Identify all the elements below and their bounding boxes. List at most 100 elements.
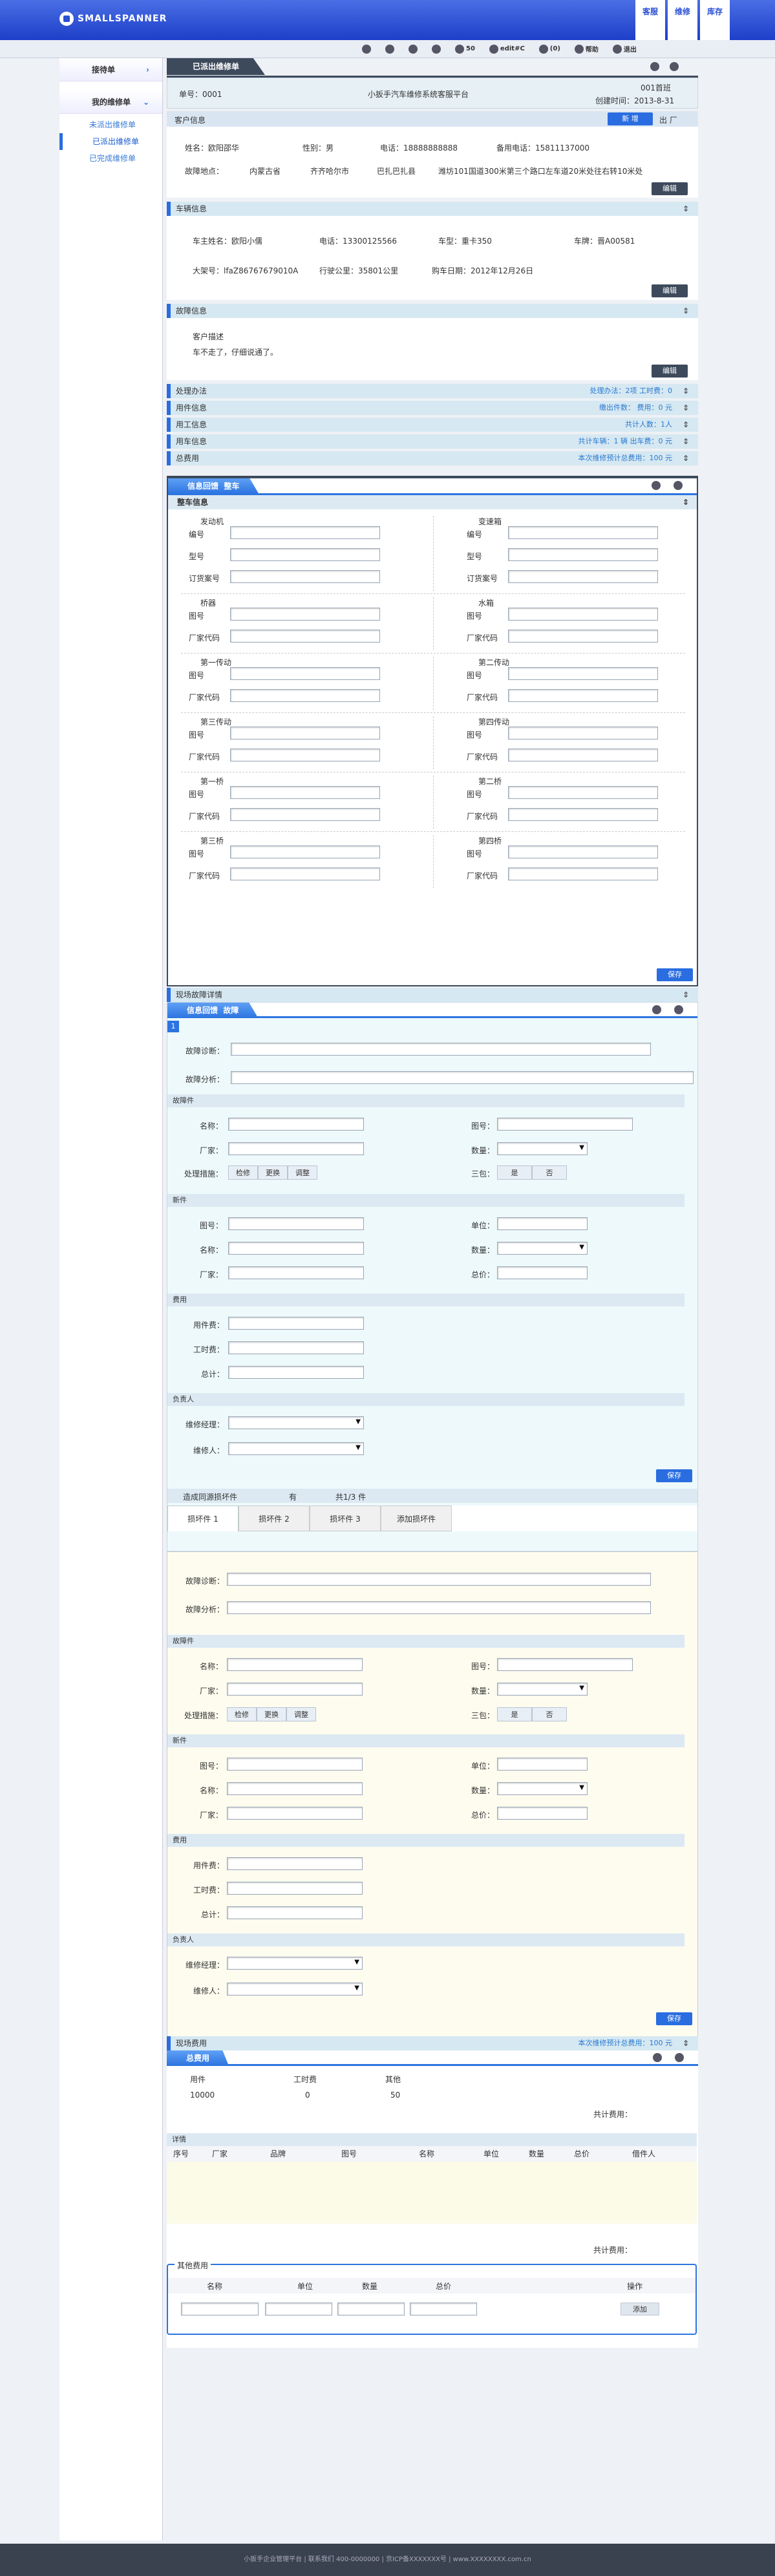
other-qty-input[interactable] <box>337 2303 405 2315</box>
tab-damaged-2[interactable]: 损坏件 2 <box>239 1506 310 1531</box>
bar-methods[interactable]: 处理办法 处理办法：2项 工时费：0 ⇕ <box>167 384 698 398</box>
print-icon[interactable] <box>385 44 394 54</box>
search-icon[interactable] <box>675 2053 684 2062</box>
logout-link[interactable]: 退出 <box>612 44 637 54</box>
dmg-new-fig-input[interactable] <box>227 1758 363 1771</box>
help-link[interactable]: 帮助 <box>574 44 599 54</box>
tab-damaged-1[interactable]: 损坏件 1 <box>167 1506 239 1531</box>
other-total-input[interactable] <box>410 2303 477 2315</box>
scene-bar[interactable]: 现场故障详情 ⇕ <box>167 988 698 1002</box>
part-field-input[interactable] <box>508 727 658 740</box>
dmg-method-adjust[interactable]: 调整 <box>286 1707 316 1721</box>
edit-fault-button[interactable]: 编辑 <box>652 365 688 378</box>
part-field-input[interactable] <box>230 526 380 539</box>
tab-scene-feedback[interactable]: 信息回馈 故障 <box>167 1003 259 1018</box>
toggle-icon[interactable]: ⇕ <box>683 384 689 398</box>
part-field-input[interactable] <box>508 630 658 643</box>
bar-total[interactable]: 总费用 本次维修预计总费用：100 元 ⇕ <box>167 451 698 465</box>
maker-input[interactable] <box>228 1142 364 1155</box>
analysis-input[interactable] <box>231 1071 694 1084</box>
method-adjust[interactable]: 调整 <box>288 1166 317 1180</box>
search-icon[interactable] <box>674 1005 683 1014</box>
new-name-input[interactable] <box>228 1242 364 1255</box>
save-vehicle-button[interactable]: 保存 <box>657 968 693 981</box>
bar-labor[interactable]: 用工信息 共计人数：1人 ⇕ <box>167 418 698 432</box>
part-field-input[interactable] <box>230 630 380 643</box>
part-field-input[interactable] <box>230 570 380 583</box>
part-field-input[interactable] <box>230 749 380 761</box>
part-field-input[interactable] <box>508 608 658 621</box>
exit-factory-button[interactable]: 出 厂 <box>659 114 677 125</box>
new-button[interactable]: 新 增 <box>608 112 653 125</box>
damaged-analysis-input[interactable] <box>227 1601 651 1614</box>
part-field-input[interactable] <box>508 786 658 799</box>
part-field-input[interactable] <box>508 846 658 858</box>
new-qty-select[interactable] <box>497 1242 588 1255</box>
toggle-icon[interactable]: ⇕ <box>683 304 689 318</box>
dmg-manager-select[interactable] <box>227 1957 363 1970</box>
dmg-maker-input[interactable] <box>227 1683 363 1696</box>
part-field-input[interactable] <box>230 608 380 621</box>
dmg-warranty-no[interactable]: 否 <box>532 1707 567 1721</box>
dmg-labor-fee-input[interactable] <box>227 1882 363 1895</box>
new-maker-input[interactable] <box>228 1266 364 1279</box>
damaged-diag-input[interactable] <box>227 1573 651 1586</box>
delete-icon[interactable] <box>432 44 441 54</box>
sidebar-item-completed[interactable]: 已完成维修单 <box>89 150 162 167</box>
zoom-control[interactable]: 50 <box>455 44 475 54</box>
upload-icon[interactable] <box>362 44 371 54</box>
messages[interactable]: (0) <box>538 44 560 54</box>
toggle-icon[interactable]: ⇕ <box>683 495 689 509</box>
worker-select[interactable] <box>228 1442 364 1455</box>
manager-select[interactable] <box>228 1416 364 1429</box>
vehicle-section-bar[interactable]: 车辆信息 ⇕ <box>167 202 698 216</box>
linked-has[interactable]: 有 <box>289 1491 297 1502</box>
part-field-input[interactable] <box>230 786 380 799</box>
save-scene-button[interactable]: 保存 <box>656 1469 692 1482</box>
search-icon[interactable] <box>670 62 679 71</box>
save-damaged-button[interactable]: 保存 <box>656 2012 692 2025</box>
brand-logo[interactable]: SMALLSPANNER <box>59 12 167 26</box>
method-replace[interactable]: 更换 <box>258 1166 288 1180</box>
qty-select[interactable] <box>497 1142 588 1155</box>
new-total-input[interactable] <box>497 1266 588 1279</box>
part-field-input[interactable] <box>230 727 380 740</box>
dmg-fig-input[interactable] <box>497 1658 633 1671</box>
toggle-icon[interactable]: ⇕ <box>683 434 689 449</box>
toggle-icon[interactable]: ⇕ <box>683 988 689 1002</box>
tab-damaged-3[interactable]: 损坏件 3 <box>310 1506 381 1531</box>
cost-bar[interactable]: 现场费用 本次维修预计总费用：100 元 ⇕ <box>167 2036 698 2050</box>
other-name-input[interactable] <box>181 2303 259 2315</box>
sum-input[interactable] <box>228 1366 364 1379</box>
part-field-input[interactable] <box>230 868 380 880</box>
unit-input[interactable] <box>497 1217 588 1230</box>
sidebar-my-orders[interactable]: 我的维修单 ⌄ <box>59 90 162 114</box>
tab-dispatched-orders[interactable]: 已派出维修单 <box>167 58 266 75</box>
other-unit-input[interactable] <box>265 2303 332 2315</box>
tab-add-damaged[interactable]: 添加损坏件 <box>381 1506 452 1531</box>
toggle-icon[interactable]: ⇕ <box>683 2036 689 2050</box>
part-field-input[interactable] <box>508 749 658 761</box>
sidebar-reception[interactable]: 接待单 › <box>59 58 162 81</box>
user-menu[interactable]: edit#C <box>489 44 525 54</box>
part-field-input[interactable] <box>508 570 658 583</box>
toggle-icon[interactable]: ⇕ <box>683 451 689 465</box>
toggle-icon[interactable]: ⇕ <box>683 202 689 216</box>
edit-customer-button[interactable]: 编辑 <box>652 182 688 195</box>
sidebar-item-dispatched[interactable]: 已派出维修单 <box>59 133 162 150</box>
nav-customer-service[interactable]: 客服 <box>635 0 665 40</box>
dmg-qty-select[interactable] <box>497 1683 588 1696</box>
nav-inventory[interactable]: 库存 <box>700 0 730 40</box>
search-icon[interactable] <box>674 481 683 490</box>
part-field-input[interactable] <box>508 548 658 561</box>
warranty-yes[interactable]: 是 <box>497 1166 532 1180</box>
fig-input[interactable] <box>497 1118 633 1131</box>
part-field-input[interactable] <box>508 868 658 880</box>
edit-vehicle-button[interactable]: 编辑 <box>652 284 688 297</box>
sidebar-item-pending[interactable]: 未派出维修单 <box>89 116 162 133</box>
bar-parts[interactable]: 用件信息 缴出件数： 费用：0 元 ⇕ <box>167 401 698 415</box>
part-field-input[interactable] <box>230 689 380 702</box>
labor-fee-input[interactable] <box>228 1341 364 1354</box>
bar-vehicles[interactable]: 用车信息 共计车辆：1 辆 出车费：0 元 ⇕ <box>167 434 698 449</box>
dmg-new-name-input[interactable] <box>227 1782 363 1795</box>
